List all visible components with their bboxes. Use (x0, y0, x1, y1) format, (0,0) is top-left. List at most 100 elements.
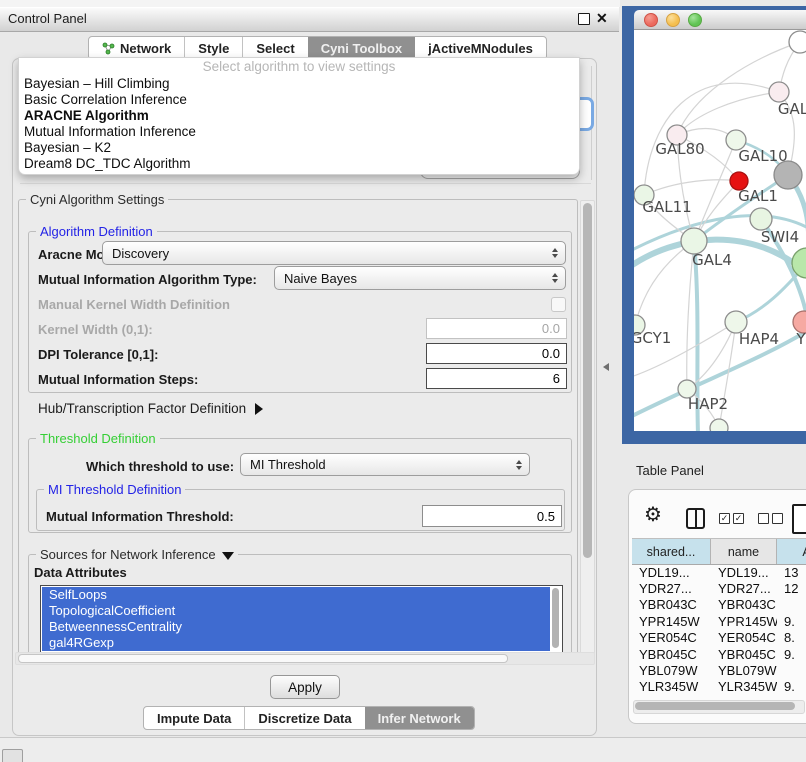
panel-splitter-grip[interactable] (603, 363, 609, 371)
network-edge[interactable] (644, 180, 739, 195)
table-cell: YIL052C (711, 696, 777, 699)
aracne-mode-select[interactable]: Discovery (102, 241, 566, 265)
table-row[interactable]: YDL19...YDL19...13 (632, 564, 806, 580)
node-label-gal1: GAL1 (738, 187, 778, 205)
tab-infer-network[interactable]: Infer Network (365, 707, 474, 729)
mi-steps-label: Mutual Information Steps: (38, 372, 198, 387)
tab-select[interactable]: Select (242, 37, 307, 59)
network-edge[interactable] (677, 92, 779, 135)
table-cell: 9. (777, 647, 806, 662)
attribute-item-selfloops[interactable]: SelfLoops (42, 587, 550, 603)
network-edge[interactable] (635, 241, 694, 325)
column-header-name[interactable]: name (711, 539, 777, 564)
dropdown-item-basic-correlation-inference[interactable]: Basic Correlation Inference (19, 92, 579, 108)
hub-definition-expander[interactable]: Hub/Transcription Factor Definition (38, 401, 263, 416)
attribute-item-gal4rgexp[interactable]: gal4RGexp (42, 635, 550, 651)
table-cell: 13 (777, 565, 806, 580)
which-threshold-select[interactable]: MI Threshold (240, 453, 530, 476)
table-cell: 9. (777, 696, 806, 699)
dpi-tolerance-field[interactable]: 0.0 (426, 343, 567, 364)
table-cell: YER054C (711, 630, 777, 645)
settings-vscroll-thumb[interactable] (583, 203, 592, 558)
table-row[interactable]: YDR27...YDR27...12 (632, 580, 806, 596)
dropdown-item-dream8-dc-tdc-algorithm[interactable]: Dream8 DC_TDC Algorithm (19, 156, 579, 172)
table-row[interactable]: YER054CYER054C8. (632, 630, 806, 646)
table-row[interactable]: YPR145WYPR145W9. (632, 613, 806, 629)
close-icon[interactable]: ✕ (596, 10, 608, 27)
manual-kernel-width-checkbox[interactable] (551, 297, 566, 312)
document-icon[interactable] (792, 504, 806, 534)
zoom-traffic-light[interactable] (688, 13, 702, 27)
list-scrollbar[interactable] (551, 587, 561, 651)
stepper-arrows-icon (516, 460, 522, 470)
gear-icon[interactable]: ⚙ (644, 504, 662, 526)
dropdown-item-bayesian-k2[interactable]: Bayesian – K2 (19, 140, 579, 156)
tab-discretize-data[interactable]: Discretize Data (244, 707, 364, 729)
network-view-canvas[interactable]: GALGAL80GAL10GAL1GAL11GAL4SWI4GCY1HAP4YH… (634, 30, 806, 431)
tab-impute-data[interactable]: Impute Data (144, 707, 244, 729)
node-label-y: Y (795, 330, 806, 348)
tab-label: Select (256, 41, 294, 56)
table-cell: YBR043C (632, 597, 711, 612)
settings-vertical-scrollbar[interactable] (580, 200, 595, 654)
tab-network[interactable]: Network (89, 37, 184, 59)
apply-button[interactable]: Apply (270, 675, 340, 699)
attribute-item-betweennesscentrality[interactable]: BetweennessCentrality (42, 619, 550, 635)
float-window-icon[interactable] (578, 13, 590, 25)
sources-group-title[interactable]: Sources for Network Inference (36, 547, 238, 562)
stepper-arrows-icon (552, 273, 558, 283)
table-row[interactable]: YBR043CYBR043C (632, 597, 806, 613)
attribute-item-topologicalcoefficient[interactable]: TopologicalCoefficient (42, 603, 550, 619)
network-window-titlebar[interactable] (634, 10, 806, 30)
list-scrollbar-thumb[interactable] (552, 588, 559, 648)
checked-box-icon[interactable]: ✓ (733, 513, 744, 524)
dropdown-item-aracne-algorithm[interactable]: ARACNE Algorithm (19, 108, 579, 124)
split-columns-icon[interactable] (686, 508, 705, 529)
network-node-gal[interactable] (769, 82, 789, 102)
kernel-width-field[interactable]: 0.0 (426, 318, 567, 339)
table-row[interactable]: YIL052CYIL052C9. (632, 695, 806, 699)
aracne-mode-value: Discovery (112, 246, 169, 261)
table-horizontal-scrollbar[interactable] (633, 700, 805, 714)
node-label-gal4: GAL4 (692, 251, 732, 269)
network-node[interactable] (789, 31, 806, 53)
bottom-strip (0, 738, 806, 762)
settings-hscroll-thumb[interactable] (18, 654, 508, 663)
table-cell: YBR045C (711, 647, 777, 662)
mi-algorithm-type-select[interactable]: Naive Bayes (274, 266, 566, 290)
mi-algorithm-type-label: Mutual Information Algorithm Type: (38, 272, 257, 287)
table-cell: YBL079W (632, 663, 711, 678)
tab-cyni-toolbox[interactable]: Cyni Toolbox (308, 37, 415, 59)
which-threshold-value: MI Threshold (250, 457, 326, 472)
table-row[interactable]: YBR045CYBR045C9. (632, 646, 806, 662)
network-node-swi4[interactable] (750, 208, 772, 230)
unchecked-box-icon[interactable] (772, 513, 783, 524)
table-cell: YIL052C (632, 696, 711, 699)
network-node[interactable] (774, 161, 802, 189)
dropdown-item-mutual-information-inference[interactable]: Mutual Information Inference (19, 124, 579, 140)
close-traffic-light[interactable] (644, 13, 658, 27)
table-cell: YDR27... (711, 581, 777, 596)
mi-steps-field[interactable]: 6 (426, 368, 567, 389)
which-threshold-label: Which threshold to use: (86, 459, 234, 474)
node-label-gal80: GAL80 (655, 140, 704, 158)
dropdown-item-bayesian-hill-climbing[interactable]: Bayesian – Hill Climbing (19, 76, 579, 92)
mi-threshold-field[interactable]: 0.5 (422, 505, 562, 527)
tab-jactivemnodules[interactable]: jActiveMNodules (415, 37, 546, 59)
column-header-shared[interactable]: shared... (632, 539, 711, 564)
node-label-swi4: SWI4 (761, 228, 799, 246)
table-row[interactable]: YLR345WYLR345W9. (632, 679, 806, 695)
data-attributes-list[interactable]: SelfLoopsTopologicalCoefficientBetweenne… (40, 585, 563, 653)
network-node[interactable] (710, 419, 728, 431)
minimize-traffic-light[interactable] (666, 13, 680, 27)
collapsed-panel-button[interactable] (2, 749, 23, 762)
tab-label: Style (198, 41, 229, 56)
table-row[interactable]: YBL079WYBL079W (632, 662, 806, 678)
checked-box-icon[interactable]: ✓ (719, 513, 730, 524)
table-hscroll-thumb[interactable] (635, 702, 795, 710)
table-cell: YDR27... (632, 581, 711, 596)
settings-horizontal-scrollbar[interactable] (15, 652, 595, 665)
column-header-a[interactable]: A (777, 539, 806, 564)
unchecked-box-icon[interactable] (758, 513, 769, 524)
tab-style[interactable]: Style (184, 37, 242, 59)
